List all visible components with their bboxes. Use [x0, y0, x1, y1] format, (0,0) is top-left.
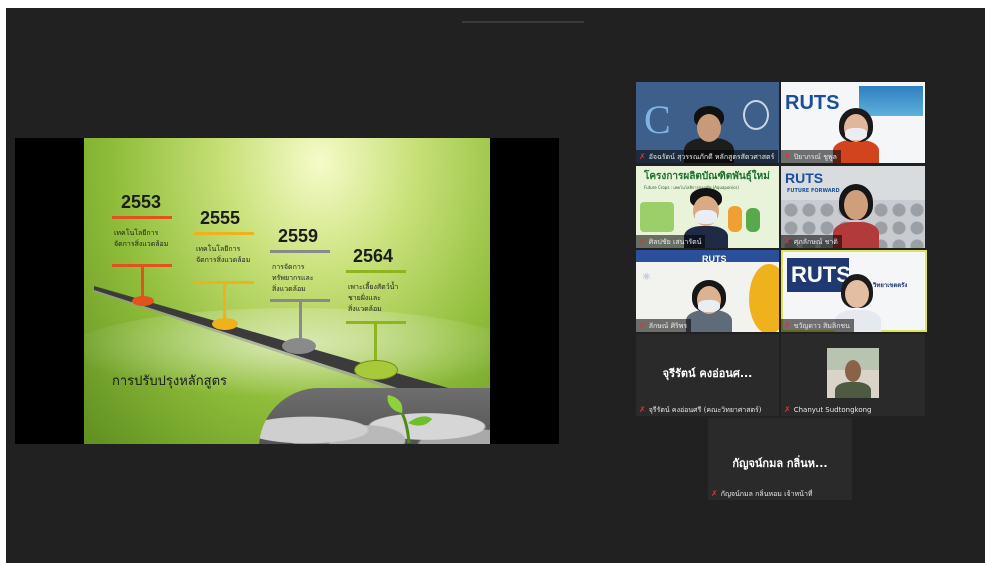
person-body [835, 382, 871, 398]
participant-display-name: จุรีรัตน์ คงอ่อนศ... [662, 367, 753, 380]
milestone-label: เทคโนโลยีการ จัดการสิ่งแวดล้อม [196, 245, 251, 264]
participant-video [827, 348, 879, 398]
ruts-logo: RUTS [785, 170, 824, 186]
person-face [844, 190, 868, 220]
milestone-year: 2564 [353, 246, 394, 266]
milestone-year: 2553 [121, 192, 162, 212]
banner-graphic [640, 202, 674, 232]
molecule-icon: ⚛ [642, 272, 651, 283]
participant-name: ✗ ปิยาภรณ์ ชูพูล [781, 150, 841, 163]
milestone-stem [374, 323, 377, 365]
banner-figure [728, 206, 742, 232]
milestone-dot [282, 338, 316, 354]
milestone-label: การจัดการ ทรัพยากรและ สิ่งแวดล้อม [272, 263, 314, 293]
mic-off-icon: ✗ [784, 237, 791, 246]
milestone-year: 2559 [278, 226, 319, 246]
person-face [697, 114, 721, 142]
top-strip [462, 21, 584, 23]
participant-name: ✗ จุรีรัตน์ คงอ่อนศรี (คณะวิทยาศาสตร์) [639, 405, 762, 414]
milestone-stem [223, 283, 226, 319]
participant-name: ✗ ขวัญดาว สิมลิกชน [781, 319, 854, 332]
banner-title: โครงการผลิตบัณฑิตพันธุ์ใหม่ [644, 171, 770, 182]
mic-off-icon: ✗ [784, 321, 791, 330]
banner-image [859, 86, 923, 116]
milestone-dot [132, 296, 154, 306]
ruts-logo: RUTS [785, 92, 840, 114]
milestone-stem [299, 301, 302, 341]
background-emblem [743, 100, 769, 130]
participant-name: ✗ ลักษณ์ ศิริพร [636, 319, 692, 332]
milestone-label: เทคโนโลยีการ จัดการสิ่งแวดล้อม [114, 229, 169, 248]
mic-off-icon: ✗ [639, 237, 646, 246]
mic-off-icon: ✗ [639, 321, 646, 330]
mic-off-icon: ✗ [784, 405, 791, 414]
logo-tagline: วิทยาเขตตรัง [873, 282, 908, 289]
background-letter: C [644, 97, 671, 142]
mic-off-icon: ✗ [711, 489, 718, 498]
shared-screen[interactable]: 2553 เทคโนโลยีการ จัดการสิ่งแวดล้อม 2555… [15, 138, 559, 444]
participant-tile[interactable]: ✗ Chanyut Sudtongkong [781, 334, 925, 416]
face-mask [695, 210, 717, 224]
participant-tile[interactable]: RUTS FUTURE FORWARD ✗ ศุภลักษณ์ ชาติ [781, 166, 925, 248]
banner-subtitle: Future Crops : เทคโนโลยีการปลูกพืช (Aqua… [644, 185, 739, 190]
banner-figure [746, 208, 760, 232]
banner-shape [749, 264, 779, 332]
participant-name: ✗ กัญจน์กมล กลิ่นหอม เจ้าหน้าที่ [711, 489, 813, 498]
participant-tile[interactable]: C ✗ อัจฉรัตน์ สุวรรณภักดี หลักสูตรสัตวศาส… [636, 82, 779, 163]
mic-off-icon: ✗ [639, 152, 646, 161]
logo-tagline: FUTURE FORWARD [787, 188, 840, 194]
sprout-icon [387, 395, 432, 443]
participant-display-name: กัญจน์กมล กลิ่นห... [732, 457, 828, 470]
participant-name: ✗ ศิลปชัย เสนารัตน์ [636, 235, 706, 248]
milestone-dot [212, 318, 238, 330]
milestone-bar [346, 270, 406, 273]
participant-tile[interactable]: RUTS ⚛ ✗ ลักษณ์ ศิริพร [636, 250, 779, 332]
milestone-year: 2555 [200, 208, 241, 228]
mic-off-icon: ✗ [784, 152, 791, 161]
milestone-bar [194, 232, 254, 235]
participant-name: ✗ Chanyut Sudtongkong [784, 405, 872, 414]
participant-tile[interactable]: กัญจน์กมล กลิ่นห... ✗ กัญจน์กมล กลิ่นหอม … [708, 418, 852, 500]
participant-tile[interactable]: RUTS ✗ ปิยาภรณ์ ชูพูล [781, 82, 925, 163]
milestone-bar [112, 216, 172, 219]
slide-canvas: 2553 เทคโนโลยีการ จัดการสิ่งแวดล้อม 2555… [84, 138, 490, 444]
participant-tile[interactable]: โครงการผลิตบัณฑิตพันธุ์ใหม่ Future Crops… [636, 166, 779, 248]
mic-off-icon: ✗ [639, 405, 646, 414]
milestone-bar [270, 250, 330, 253]
face-mask [845, 128, 867, 140]
participant-tile-active[interactable]: RUTS วิทยาเขตตรัง ✗ ขวัญดาว สิมลิกชน [781, 250, 927, 332]
person-face [845, 360, 861, 382]
stones-image [259, 388, 490, 444]
person-face [845, 280, 869, 308]
participant-tile[interactable]: จุรีรัตน์ คงอ่อนศ... ✗ จุรีรัตน์ คงอ่อนศร… [636, 334, 779, 416]
slide-title: การปรับปรุงหลักสูตร [112, 374, 227, 389]
face-mask [698, 300, 720, 312]
ruts-logo: RUTS [702, 254, 727, 264]
milestone-stem [141, 266, 144, 300]
milestone-dot [354, 360, 398, 380]
participant-name: ✗ อัจฉรัตน์ สุวรรณภักดี หลักสูตรสัตวศาสตร… [636, 150, 779, 163]
participant-name: ✗ ศุภลักษณ์ ชาติ [781, 235, 842, 248]
milestone-label: เพาะเลี้ยงสัตว์น้ำ ชายฝั่งและ สิ่งแวดล้อ… [348, 283, 399, 313]
